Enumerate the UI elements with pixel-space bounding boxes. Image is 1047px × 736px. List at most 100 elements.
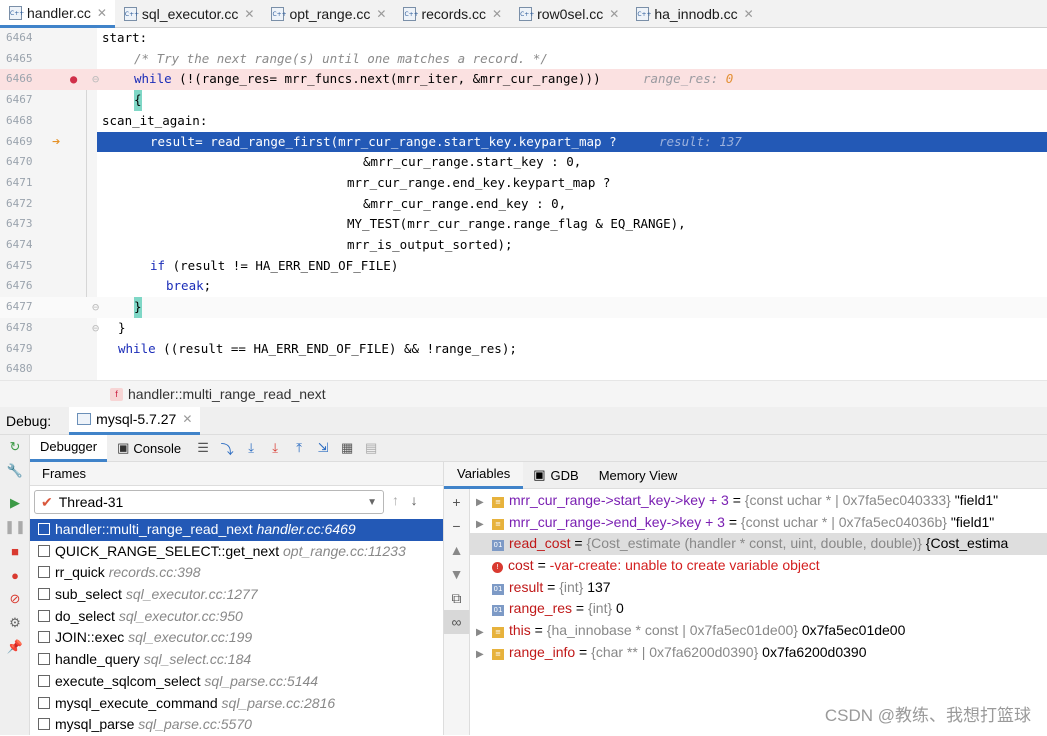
frame-location: sql_executor.cc:1277 bbox=[125, 586, 258, 603]
frame-row[interactable]: sub_select sql_executor.cc:1277 bbox=[30, 584, 443, 606]
step-over-icon[interactable]: ⤓ bbox=[239, 440, 263, 456]
tab-label: ha_innodb.cc bbox=[654, 6, 738, 22]
code-keyword: while bbox=[118, 340, 156, 356]
close-icon[interactable]: ✕ bbox=[97, 6, 107, 20]
debug-session-tab[interactable]: mysql-5.7.27 ✕ bbox=[69, 406, 201, 435]
debug-label: Debug: bbox=[6, 412, 52, 429]
expand-arrow-icon[interactable]: ▶ bbox=[476, 492, 492, 512]
variable-row[interactable]: 01 read_cost = {Cost_estimate (handler * … bbox=[470, 533, 1047, 556]
variable-row[interactable]: ▶ ≡ mrr_cur_range->end_key->key + 3 = {con… bbox=[470, 512, 1047, 534]
code-line: 6471 mrr_cur_range.end_key.keypart_map ? bbox=[0, 173, 1047, 194]
code-line: 6464 start: bbox=[0, 28, 1047, 49]
tab-opt-range-cc[interactable]: C++ opt_range.cc ✕ bbox=[262, 0, 394, 28]
tab-console[interactable]: ▣ Console bbox=[107, 435, 191, 462]
tab-label: records.cc bbox=[421, 6, 487, 22]
frame-row[interactable]: do_select sql_executor.cc:950 bbox=[30, 606, 443, 628]
line-number: 6464 bbox=[6, 31, 33, 44]
settings-wrench-icon[interactable]: 🔧 bbox=[0, 459, 30, 483]
tab-sql-executor-cc[interactable]: C++ sql_executor.cc ✕ bbox=[115, 0, 263, 28]
code-line: 6479 while ((result == HA_ERR_END_OF_FILE… bbox=[0, 339, 1047, 360]
close-icon[interactable]: ✕ bbox=[182, 412, 192, 426]
tab-debugger[interactable]: Debugger bbox=[30, 434, 108, 462]
frame-function: handler::multi_range_read_next bbox=[55, 521, 253, 537]
variable-row[interactable]: 01 result = {int} 137 bbox=[470, 577, 1047, 599]
line-number: 6479 bbox=[6, 341, 33, 355]
evaluate-expression-icon[interactable]: ▦ bbox=[335, 440, 359, 456]
frame-row[interactable]: JOIN::exec sql_executor.cc:199 bbox=[30, 627, 443, 649]
variable-name: mrr_cur_range->end_key->key + 3 bbox=[509, 513, 725, 530]
inline-value-hint: range_res: bbox=[643, 71, 726, 87]
remove-watch-icon[interactable]: − bbox=[444, 514, 469, 538]
code-line: 6470 &mrr_cur_range.start_key : 0, bbox=[0, 152, 1047, 173]
variable-row[interactable]: ▶ ≡ range_info = {char ** | 0x7fa6200d0390… bbox=[470, 642, 1047, 664]
close-icon[interactable]: ✕ bbox=[609, 7, 619, 21]
move-up-icon[interactable]: ▲ bbox=[444, 538, 469, 562]
frame-function: mysql_parse bbox=[55, 716, 135, 733]
rerun-icon[interactable]: ↻ bbox=[0, 435, 30, 459]
frame-row[interactable]: mysql_parse sql_parse.cc:5570 bbox=[30, 714, 443, 736]
expand-arrow-icon[interactable]: ▶ bbox=[476, 622, 492, 642]
show-execution-point-icon[interactable]: ⤵ bbox=[215, 439, 239, 458]
watch-icon: ≡ bbox=[492, 497, 504, 508]
close-icon[interactable]: ✕ bbox=[492, 7, 502, 21]
variable-row[interactable]: ▶ ≡ mrr_cur_range->start_key->key + 3 = {c… bbox=[470, 490, 1047, 512]
close-icon[interactable]: ✕ bbox=[744, 7, 754, 21]
step-into-icon[interactable]: ⤓ bbox=[263, 440, 287, 456]
run-to-cursor-icon[interactable]: ⇲ bbox=[311, 440, 335, 456]
add-watch-icon[interactable]: + bbox=[444, 490, 469, 514]
tab-variables[interactable]: Variables bbox=[444, 461, 524, 489]
code-editor[interactable]: 6464 start: 6465 /* Try the next range(s) … bbox=[0, 28, 1047, 380]
variable-row[interactable]: ▶ ≡ this = {ha_innobase * const | 0x7fa5ec… bbox=[470, 620, 1047, 642]
move-down-icon[interactable]: ▼ bbox=[444, 562, 469, 586]
fold-icon[interactable]: ⊖ bbox=[92, 297, 99, 318]
tab-records-cc[interactable]: C++ records.cc ✕ bbox=[394, 0, 510, 28]
step-out-icon[interactable]: ⤒ bbox=[287, 440, 311, 456]
arrow-down-icon[interactable]: ↓ bbox=[411, 492, 418, 508]
variable-row[interactable]: ! cost = -var-create: unable to create va… bbox=[470, 555, 1047, 577]
code-text: MY_TEST(mrr_cur_range.range_flag & EQ_RA… bbox=[347, 216, 686, 232]
trace-icon[interactable]: ▤ bbox=[359, 440, 383, 456]
cpp-file-icon: C++ bbox=[519, 7, 534, 21]
frame-row[interactable]: handle_query sql_select.cc:184 bbox=[30, 649, 443, 671]
fold-icon[interactable]: ⊖ bbox=[92, 318, 99, 339]
view-breakpoints-icon[interactable]: ● bbox=[0, 563, 30, 587]
breadcrumb[interactable]: f handler::multi_range_read_next bbox=[0, 380, 1047, 407]
frame-row[interactable]: rr_quick records.cc:398 bbox=[30, 562, 443, 584]
glasses-icon[interactable]: ∞ bbox=[444, 610, 469, 634]
tab-handler-cc[interactable]: C++ handler.cc ✕ bbox=[0, 0, 115, 28]
fold-icon[interactable]: ⊖ bbox=[92, 69, 99, 90]
mute-breakpoints-icon[interactable]: ⊘ bbox=[0, 587, 30, 611]
close-icon[interactable]: ✕ bbox=[376, 7, 386, 21]
pin-icon[interactable]: 📌 bbox=[0, 635, 30, 659]
gear-icon[interactable]: ⚙ bbox=[0, 611, 30, 635]
variable-row[interactable]: 01 range_res = {int} 0 bbox=[470, 598, 1047, 620]
variable-value: {Cost_estima bbox=[925, 535, 1009, 552]
current-line-highlight: result= read_range_first(mrr_cur_range.s… bbox=[97, 131, 1047, 153]
debugger-tab-bar: Debugger ▣ Console ☰ ⤵ ⤓ ⤓ ⤒ ⇲ ▦ ▤ bbox=[30, 434, 1047, 462]
frame-row[interactable]: handler::multi_range_read_next handler.c… bbox=[30, 519, 443, 541]
stop-icon[interactable]: ■ bbox=[0, 539, 30, 563]
frame-row[interactable]: QUICK_RANGE_SELECT::get_next opt_range.c… bbox=[30, 541, 443, 563]
close-icon[interactable]: ✕ bbox=[244, 7, 254, 21]
copy-icon[interactable]: ⧉ bbox=[444, 586, 469, 610]
breadcrumb-label: handler::multi_range_read_next bbox=[128, 386, 326, 402]
tab-row0sel-cc[interactable]: C++ row0sel.cc ✕ bbox=[510, 0, 627, 28]
thread-select[interactable]: ✔ Thread-31 ▼ bbox=[34, 490, 384, 514]
frame-icon bbox=[38, 653, 50, 666]
tab-memory-view[interactable]: Memory View bbox=[589, 468, 688, 483]
pause-icon[interactable]: ❚❚ bbox=[0, 515, 30, 539]
tab-ha-innodb-cc[interactable]: C++ ha_innodb.cc ✕ bbox=[627, 0, 761, 28]
resume-icon[interactable]: ▶ bbox=[0, 491, 30, 515]
breakpoint-icon[interactable]: ● bbox=[70, 69, 77, 90]
menu-icon[interactable]: ☰ bbox=[191, 440, 215, 456]
code-text: ; bbox=[203, 278, 212, 294]
expand-arrow-icon[interactable]: ▶ bbox=[476, 514, 492, 534]
expand-arrow-icon[interactable]: ▶ bbox=[476, 644, 492, 664]
tab-gdb[interactable]: ▣ GDB bbox=[523, 467, 588, 483]
line-number: 6470 bbox=[6, 155, 33, 169]
frame-row[interactable]: mysql_execute_command sql_parse.cc:2816 bbox=[30, 693, 443, 715]
arrow-up-icon[interactable]: ↑ bbox=[392, 492, 399, 508]
frame-row[interactable]: execute_sqlcom_select sql_parse.cc:5144 bbox=[30, 671, 443, 693]
inline-value-hint: result: 137 bbox=[659, 133, 742, 149]
tab-gdb-label: GDB bbox=[550, 467, 579, 483]
